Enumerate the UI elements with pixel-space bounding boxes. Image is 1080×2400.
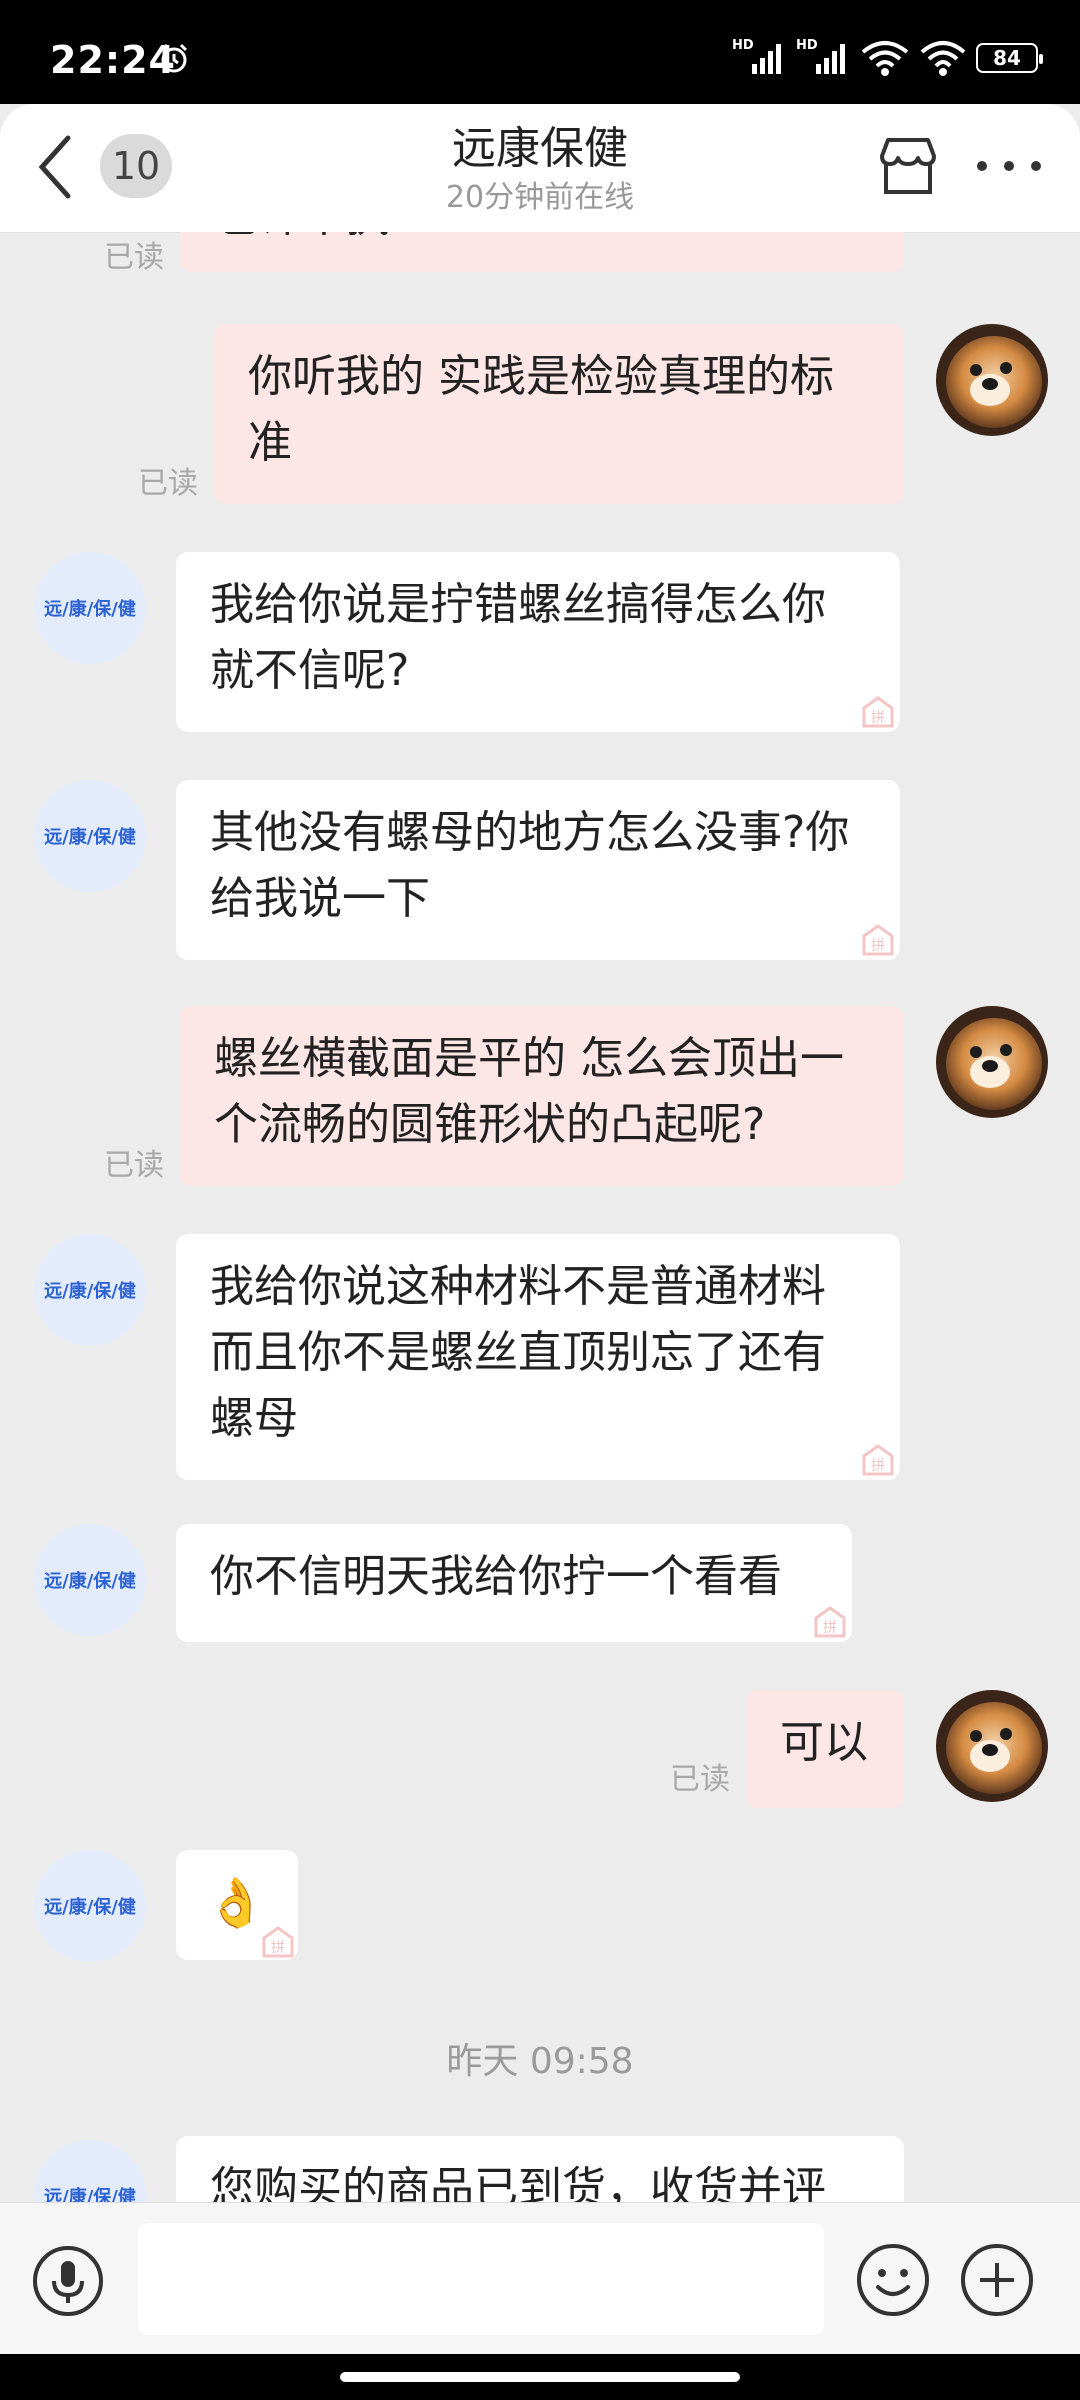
message-input[interactable] <box>138 2223 824 2335</box>
shop-avatar[interactable]: 远/康/保/健 <box>34 2140 146 2202</box>
shop-avatar[interactable]: 远/康/保/健 <box>34 780 146 892</box>
microphone-icon[interactable] <box>32 2245 104 2317</box>
shop-avatar[interactable]: 远/康/保/健 <box>34 1850 146 1962</box>
message-bubble-mine[interactable]: 也许不执? <box>180 232 904 272</box>
chat-header: 10 远康保健 20分钟前在线 <box>0 104 1080 233</box>
shop-avatar[interactable]: 远/康/保/健 <box>34 552 146 664</box>
battery-icon: 84 <box>976 43 1043 73</box>
my-avatar[interactable] <box>936 324 1048 436</box>
message-bubble-theirs[interactable]: 你不信明天我给你拧一个看看 <box>176 1524 852 1642</box>
read-receipt: 已读 <box>104 240 164 275</box>
read-receipt: 已读 <box>104 1148 164 1183</box>
message-bubble-mine[interactable]: 螺丝横截面是平的 怎么会顶出一个流畅的圆锥形状的凸起呢? <box>180 1006 904 1186</box>
watermark-icon <box>262 1926 294 1958</box>
watermark-icon <box>814 1606 846 1638</box>
wifi-icon <box>861 41 909 76</box>
ok-hand-emoji: 👌 <box>206 1875 266 1931</box>
message-bubble-theirs[interactable]: 其他没有螺母的地方怎么没事?你给我说一下 <box>176 780 900 960</box>
wifi-icon <box>920 41 966 76</box>
message-bubble-theirs[interactable]: 我给你说这种材料不是普通材料而且你不是螺丝直顶别忘了还有螺母 <box>176 1234 900 1480</box>
shop-avatar[interactable]: 远/康/保/健 <box>34 1234 146 1346</box>
message-bubble-mine[interactable]: 可以 <box>746 1690 904 1808</box>
home-indicator[interactable] <box>340 2372 740 2382</box>
signal-icon: HD <box>732 38 786 78</box>
store-icon[interactable] <box>876 134 940 198</box>
watermark-icon <box>862 1444 894 1476</box>
signal-icon: HD <box>796 38 850 78</box>
alarm-icon <box>160 43 188 73</box>
status-bar: 22:24 HD HD 84 <box>0 0 1080 104</box>
time-separator: 昨天 09:58 <box>446 2041 634 2082</box>
input-bar <box>0 2202 1080 2355</box>
smile-icon[interactable] <box>856 2243 930 2317</box>
shop-avatar[interactable]: 远/康/保/健 <box>34 1524 146 1636</box>
watermark-icon <box>862 696 894 728</box>
read-receipt: 已读 <box>138 466 198 501</box>
message-list[interactable]: 已读 也许不执? 已读 你听我的 实践是检验真理的标准 远/康/保/健 我给你说… <box>0 232 1080 2202</box>
message-bubble-theirs[interactable]: 我给你说是拧错螺丝搞得怎么你就不信呢? <box>176 552 900 732</box>
screen: 22:24 HD HD 84 10 远康保健 20分钟前在线 已读 已读 你听我… <box>0 0 1080 2400</box>
watermark-icon <box>862 924 894 956</box>
message-bubble-theirs[interactable]: 您购买的商品已到货，收货并评 <box>176 2136 904 2202</box>
my-avatar[interactable] <box>936 1006 1048 1118</box>
my-avatar[interactable] <box>936 1690 1048 1802</box>
read-receipt: 已读 <box>670 1762 730 1797</box>
status-icons: HD HD 84 <box>732 38 1043 78</box>
message-bubble-mine[interactable]: 你听我的 实践是检验真理的标准 <box>214 324 904 504</box>
more-dots-icon[interactable] <box>976 158 1042 174</box>
gesture-bar <box>0 2354 1080 2400</box>
plus-icon[interactable] <box>960 2243 1034 2317</box>
